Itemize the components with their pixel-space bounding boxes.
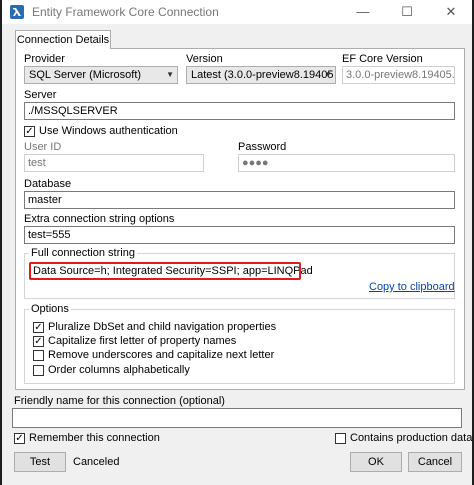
- connection-details-panel: Provider SQL Server (Microsoft) ▼ Versio…: [15, 48, 465, 390]
- close-icon[interactable]: ✕: [434, 0, 468, 24]
- windows-auth-checkbox[interactable]: ✓: [24, 126, 35, 137]
- version-label: Version: [186, 53, 223, 65]
- provider-label: Provider: [24, 53, 65, 65]
- database-label: Database: [24, 178, 72, 190]
- chevron-down-icon: ▼: [166, 70, 174, 79]
- tab-connection-details[interactable]: Connection Details: [15, 30, 111, 49]
- ef-core-version-label: EF Core Version: [342, 53, 423, 65]
- friendly-name-input[interactable]: [12, 408, 462, 428]
- remove-underscores-label: Remove underscores and capitalize next l…: [48, 349, 275, 361]
- test-status: Canceled: [73, 456, 120, 468]
- extra-options-input[interactable]: test=555: [24, 226, 455, 244]
- test-button[interactable]: Test: [14, 452, 66, 472]
- copy-to-clipboard-link[interactable]: Copy to clipboard: [369, 281, 455, 293]
- user-id-input: test: [24, 154, 204, 172]
- full-connection-label: Full connection string: [29, 247, 137, 259]
- version-select[interactable]: Latest (3.0.0-preview8.19405 ▼: [186, 66, 336, 84]
- ef-core-version-field: 3.0.0-preview8.19405.11: [342, 66, 455, 84]
- remember-checkbox[interactable]: ✓: [14, 433, 25, 444]
- production-label: Contains production data: [350, 432, 472, 444]
- provider-value: SQL Server (Microsoft): [29, 69, 142, 81]
- friendly-name-label: Friendly name for this connection (optio…: [14, 395, 225, 407]
- linqpad-lambda-icon: [10, 5, 24, 19]
- production-checkbox[interactable]: [335, 433, 346, 444]
- maximize-icon[interactable]: ☐: [390, 0, 424, 24]
- extra-options-label: Extra connection string options: [24, 213, 175, 225]
- options-title: Options: [29, 303, 71, 315]
- minimize-icon[interactable]: —: [346, 0, 380, 24]
- ok-button[interactable]: OK: [350, 452, 402, 472]
- server-label: Server: [24, 89, 57, 101]
- windows-auth-label: Use Windows authentication: [39, 125, 178, 137]
- order-columns-label: Order columns alphabetically: [48, 364, 190, 376]
- password-input[interactable]: ●●●●: [238, 154, 455, 172]
- remove-underscores-checkbox[interactable]: [33, 350, 44, 361]
- user-id-label: User ID: [24, 141, 62, 153]
- pluralize-label: Pluralize DbSet and child navigation pro…: [48, 321, 277, 333]
- capitalize-checkbox[interactable]: ✓: [33, 336, 44, 347]
- chevron-down-icon: ▼: [324, 70, 332, 79]
- title-bar: Entity Framework Core Connection — ☐ ✕: [2, 0, 472, 24]
- password-label: Password: [238, 141, 287, 153]
- connection-dialog: Entity Framework Core Connection — ☐ ✕ C…: [2, 0, 472, 485]
- database-input[interactable]: master: [24, 191, 455, 209]
- capitalize-label: Capitalize first letter of property name…: [48, 335, 237, 347]
- version-value: Latest (3.0.0-preview8.19405: [191, 69, 334, 81]
- provider-select[interactable]: SQL Server (Microsoft) ▼: [24, 66, 178, 84]
- order-columns-checkbox[interactable]: [33, 365, 44, 376]
- server-input[interactable]: ./MSSQLSERVER: [24, 102, 455, 120]
- window-title: Entity Framework Core Connection: [32, 5, 219, 19]
- remember-label: Remember this connection: [29, 432, 160, 444]
- pluralize-checkbox[interactable]: ✓: [33, 322, 44, 333]
- red-highlight-box: [29, 262, 301, 280]
- cancel-button[interactable]: Cancel: [408, 452, 462, 472]
